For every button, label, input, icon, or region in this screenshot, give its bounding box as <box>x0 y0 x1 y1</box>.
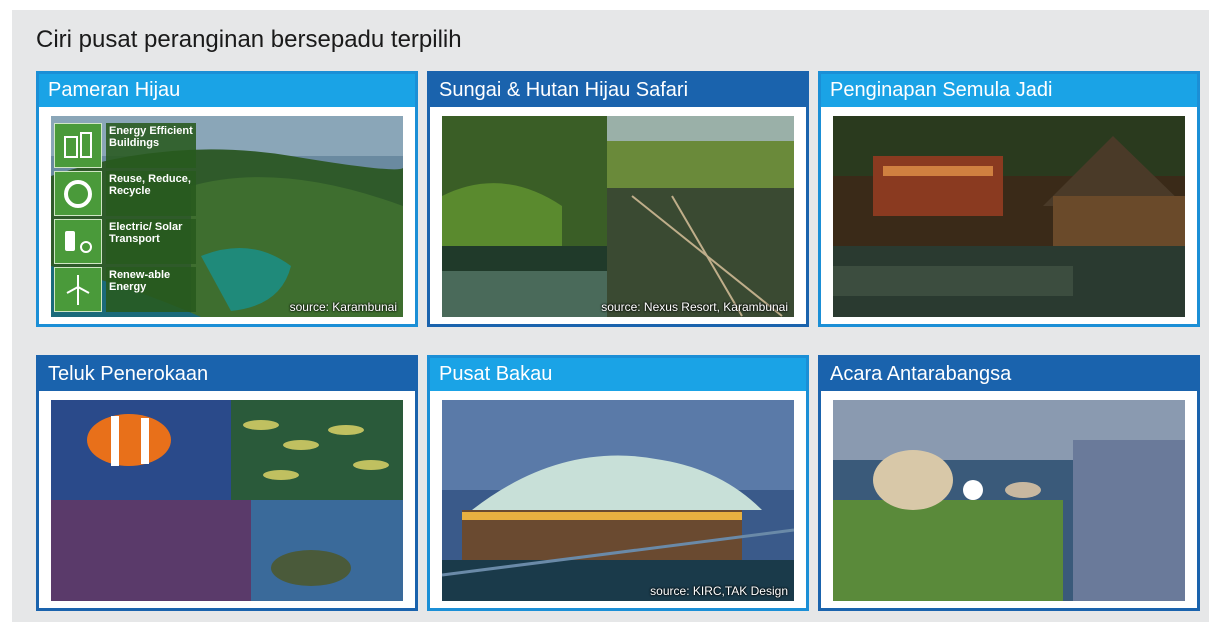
card-title: Pameran Hijau <box>39 74 415 107</box>
card-title: Acara Antarabangsa <box>821 358 1197 391</box>
image-source: source: Nexus Resort, Karambunai <box>601 300 788 314</box>
photo-rainforest-river: source: Nexus Resort, Karambunai <box>442 116 794 317</box>
legend-item: Reuse, Reduce, Recycle <box>53 170 198 217</box>
transport-icon <box>54 219 102 264</box>
card-title: Penginapan Semula Jadi <box>821 74 1197 107</box>
building-energy-icon <box>54 123 102 168</box>
card-sungai-hutan: Sungai & Hutan Hijau Safari source: Nexu… <box>427 71 809 327</box>
page-title: Ciri pusat peranginan bersepadu terpilih <box>36 26 462 53</box>
card-title: Teluk Penerokaan <box>39 358 415 391</box>
photo-mangrove-centre: source: KIRC,TAK Design <box>442 400 794 601</box>
image-source: source: KIRC,TAK Design <box>650 584 788 598</box>
wind-turbine-icon <box>54 267 102 312</box>
card-title: Sungai & Hutan Hijau Safari <box>430 74 806 107</box>
legend-item: Energy Efficient Buildings <box>53 122 198 169</box>
legend-label: Renew-able Energy <box>106 267 196 312</box>
photo-nature-lodge <box>833 116 1185 317</box>
legend-item: Electric/ Solar Transport <box>53 218 198 265</box>
image-source: source: Karambunai <box>289 300 397 314</box>
card-penginapan: Penginapan Semula Jadi <box>818 71 1200 327</box>
card-title: Pusat Bakau <box>430 358 806 391</box>
card-acara-antarabangsa: Acara Antarabangsa <box>818 355 1200 611</box>
photo-international-events <box>833 400 1185 601</box>
photo-green-coastline: Energy Efficient Buildings Reuse, Reduce… <box>51 116 403 317</box>
card-pusat-bakau: Pusat Bakau source: KIRC,TAK Design <box>427 355 809 611</box>
legend-label: Energy Efficient Buildings <box>106 123 196 168</box>
photo-marine-life <box>51 400 403 601</box>
card-pameran-hijau: Pameran Hijau Energy Efficient Buildings… <box>36 71 418 327</box>
green-legend: Energy Efficient Buildings Reuse, Reduce… <box>53 122 198 314</box>
legend-item: Renew-able Energy <box>53 266 198 313</box>
legend-label: Electric/ Solar Transport <box>106 219 196 264</box>
recycle-icon <box>54 171 102 216</box>
card-teluk-penerokaan: Teluk Penerokaan <box>36 355 418 611</box>
legend-label: Reuse, Reduce, Recycle <box>106 171 196 216</box>
